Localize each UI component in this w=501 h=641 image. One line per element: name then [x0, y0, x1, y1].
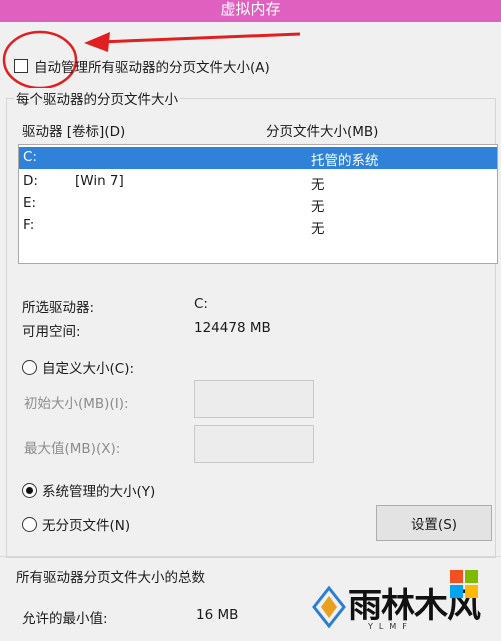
system-managed-label: 系统管理的大小(Y): [42, 484, 156, 500]
no-paging-option[interactable]: 无分页文件(N): [22, 514, 130, 534]
drive-letter: D:: [23, 173, 38, 189]
drive-list[interactable]: C: 托管的系统 D: [Win 7] 无 E: 无 F: 无: [18, 144, 498, 264]
min-allowed-value: 16 MB: [196, 607, 239, 623]
no-paging-radio[interactable]: [22, 516, 37, 532]
window-title: 虚拟内存: [220, 0, 281, 18]
col-header-size: 分页文件大小(MB): [266, 124, 379, 140]
drive-letter: E:: [23, 195, 37, 211]
selected-drive-value: C:: [194, 296, 208, 312]
system-managed-option[interactable]: 系统管理的大小(Y): [22, 480, 155, 500]
list-item[interactable]: F: 无: [19, 215, 497, 237]
no-paging-label: 无分页文件(N): [42, 518, 131, 534]
col-header-drive: 驱动器 [卷标](D): [22, 124, 126, 140]
watermark: 雨林木风 YLMF: [310, 568, 501, 641]
initial-size-label: 初始大小(MB)(I):: [24, 396, 129, 412]
per-drive-group-title: 每个驱动器的分页文件大小: [14, 88, 180, 108]
drive-volume-label: [Win 7]: [75, 173, 124, 189]
drive-paging-size: 无: [311, 199, 325, 215]
max-size-label: 最大值(MB)(X):: [24, 441, 121, 457]
windows-logo-icon: [450, 570, 478, 598]
set-button-label: 设置(S): [410, 517, 458, 533]
custom-size-radio[interactable]: [22, 359, 37, 375]
title-bar: 虚拟内存: [0, 0, 501, 22]
drive-letter: F:: [23, 217, 35, 233]
drive-paging-size: 无: [311, 177, 325, 193]
list-item[interactable]: E: 无: [19, 193, 497, 215]
totals-group-title: 所有驱动器分页文件大小的总数: [14, 566, 207, 586]
initial-size-input[interactable]: [194, 380, 314, 418]
selected-drive-label: 所选驱动器:: [22, 300, 95, 316]
drive-paging-size: 托管的系统: [311, 153, 379, 169]
min-allowed-label: 允许的最小值:: [22, 611, 108, 627]
free-space-value: 124478 MB: [194, 320, 271, 336]
custom-size-option[interactable]: 自定义大小(C):: [22, 357, 134, 377]
drive-letter: C:: [23, 149, 37, 165]
drive-paging-size: 无: [311, 221, 325, 237]
max-size-input[interactable]: [194, 425, 314, 463]
watermark-logo-icon: [312, 586, 346, 628]
free-space-label: 可用空间:: [22, 324, 81, 340]
custom-size-label: 自定义大小(C):: [42, 361, 135, 377]
list-item[interactable]: C: 托管的系统: [19, 147, 497, 169]
watermark-subtext: YLMF: [368, 622, 413, 631]
annotation-arrow-head: [84, 32, 110, 52]
list-item[interactable]: D: [Win 7] 无: [19, 171, 497, 193]
set-button[interactable]: 设置(S): [376, 505, 492, 541]
auto-manage-row[interactable]: 自动管理所有驱动器的分页文件大小(A): [14, 56, 270, 76]
auto-manage-label: 自动管理所有驱动器的分页文件大小(A): [34, 60, 270, 76]
system-managed-radio[interactable]: [22, 482, 37, 498]
auto-manage-checkbox[interactable]: [14, 59, 28, 73]
annotation-arrow-line: [99, 32, 301, 44]
divider: [0, 556, 501, 557]
